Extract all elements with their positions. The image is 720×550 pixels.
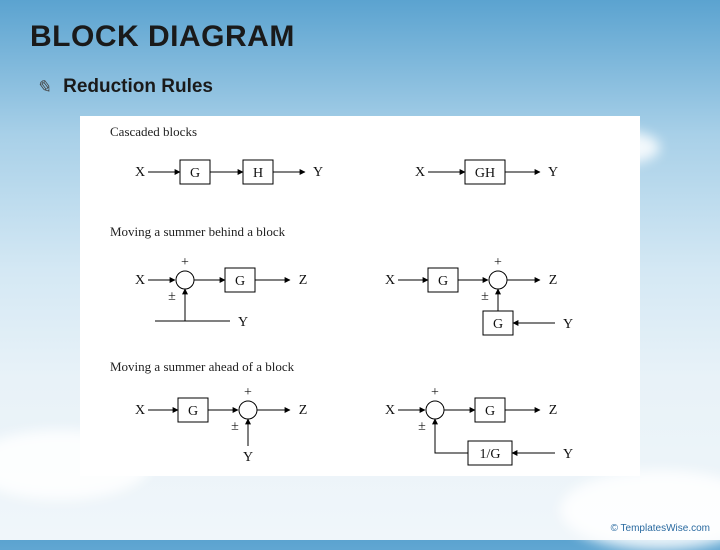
s3l-X: X — [135, 403, 145, 418]
s2l-Z: Z — [299, 273, 308, 288]
diagram-figure: Cascaded blocks X G H Y X GH Y Moving a … — [80, 116, 640, 476]
s3l-summer — [239, 401, 257, 419]
s2r-X: X — [385, 273, 395, 288]
s2r-Z: Z — [549, 273, 558, 288]
s3r-X: X — [385, 403, 395, 418]
s2r-pm: ± — [481, 289, 489, 304]
s1r-Y: Y — [548, 165, 558, 180]
s3r-Z: Z — [549, 403, 558, 418]
bullet-item: ✎ Reduction Rules — [36, 76, 690, 98]
s3r-G: G — [485, 404, 495, 419]
s2l-Y: Y — [238, 315, 248, 330]
section1-caption: Cascaded blocks — [110, 124, 197, 139]
s3r-pm: ± — [418, 419, 426, 434]
s2r-Y: Y — [563, 317, 573, 332]
s1r-GH: GH — [475, 166, 495, 181]
s3l-Z: Z — [299, 403, 308, 418]
s2l-pm: ± — [168, 289, 176, 304]
s3r-plus: + — [431, 385, 439, 400]
watermark: © TemplatesWise.com — [611, 523, 710, 534]
s3l-plus: + — [244, 385, 252, 400]
s3r-invG: 1/G — [480, 447, 501, 462]
s2l-summer — [176, 271, 194, 289]
pencil-icon: ✎ — [36, 77, 51, 98]
bullet-label: Reduction Rules — [63, 76, 213, 98]
s1l-G: G — [190, 166, 200, 181]
s2l-X: X — [135, 273, 145, 288]
s1l-X: X — [135, 165, 145, 180]
s2l-plus: + — [181, 255, 189, 270]
section2-caption: Moving a summer behind a block — [110, 224, 286, 239]
section3-caption: Moving a summer ahead of a block — [110, 359, 295, 374]
s3r-Y: Y — [563, 447, 573, 462]
s1r-X: X — [415, 165, 425, 180]
s3r-arrowUp — [435, 419, 468, 453]
s2r-plus: + — [494, 255, 502, 270]
s1l-H: H — [253, 166, 263, 181]
page-title: BLOCK DIAGRAM — [30, 20, 690, 54]
s3l-G: G — [188, 404, 198, 419]
s2r-G2: G — [493, 317, 503, 332]
s2r-summer — [489, 271, 507, 289]
s2r-G: G — [438, 274, 448, 289]
slide-content: BLOCK DIAGRAM ✎ Reduction Rules Cascaded… — [0, 0, 720, 496]
s3r-summer — [426, 401, 444, 419]
s2l-G: G — [235, 274, 245, 289]
s3l-Y: Y — [243, 450, 253, 465]
s3l-pm: ± — [231, 419, 239, 434]
s1l-Y: Y — [313, 165, 323, 180]
